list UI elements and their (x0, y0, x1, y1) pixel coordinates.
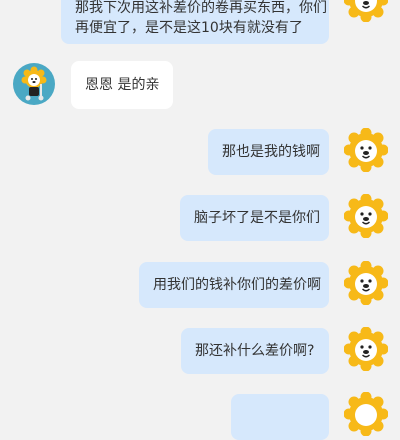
message-text-line: 恩恩 是的亲 (85, 77, 160, 93)
lion-mascot-with-scooter-icon[interactable] (12, 62, 56, 106)
message-bubble[interactable]: 那也是我的钱啊 (208, 129, 329, 175)
lion-mascot-icon[interactable] (343, 326, 389, 372)
lion-mascot-icon[interactable] (343, 391, 389, 437)
message-text-line: 再便宜了，是不是这10块有就没有了 (75, 20, 303, 36)
message-bubble[interactable]: 那我下次用这补差价的卷再买东西，你们 再便宜了，是不是这10块有就没有了 (61, 0, 329, 44)
lion-mascot-icon[interactable] (343, 127, 389, 173)
message-text-line: 那我下次用这补差价的卷再买东西，你们 (75, 0, 327, 16)
message-text-line: 那也是我的钱啊 (222, 144, 320, 160)
message-text-line: 脑子坏了是不是你们 (194, 210, 320, 226)
lion-mascot-icon[interactable] (343, 0, 389, 23)
lion-mascot-icon[interactable] (343, 193, 389, 239)
lion-mascot-icon[interactable] (343, 260, 389, 306)
chat-message-list[interactable]: 那我下次用这补差价的卷再买东西，你们 再便宜了，是不是这10块有就没有了 恩恩 … (0, 0, 400, 440)
message-bubble[interactable]: 那还补什么差价啊? (181, 328, 329, 374)
message-text-line: 那还补什么差价啊? (195, 343, 315, 359)
message-bubble[interactable]: 脑子坏了是不是你们 (180, 195, 329, 241)
message-bubble[interactable] (231, 394, 329, 440)
message-text-line: 用我们的钱补你们的差价啊 (153, 277, 321, 293)
message-bubble[interactable]: 用我们的钱补你们的差价啊 (139, 262, 329, 308)
message-bubble[interactable]: 恩恩 是的亲 (71, 61, 173, 109)
